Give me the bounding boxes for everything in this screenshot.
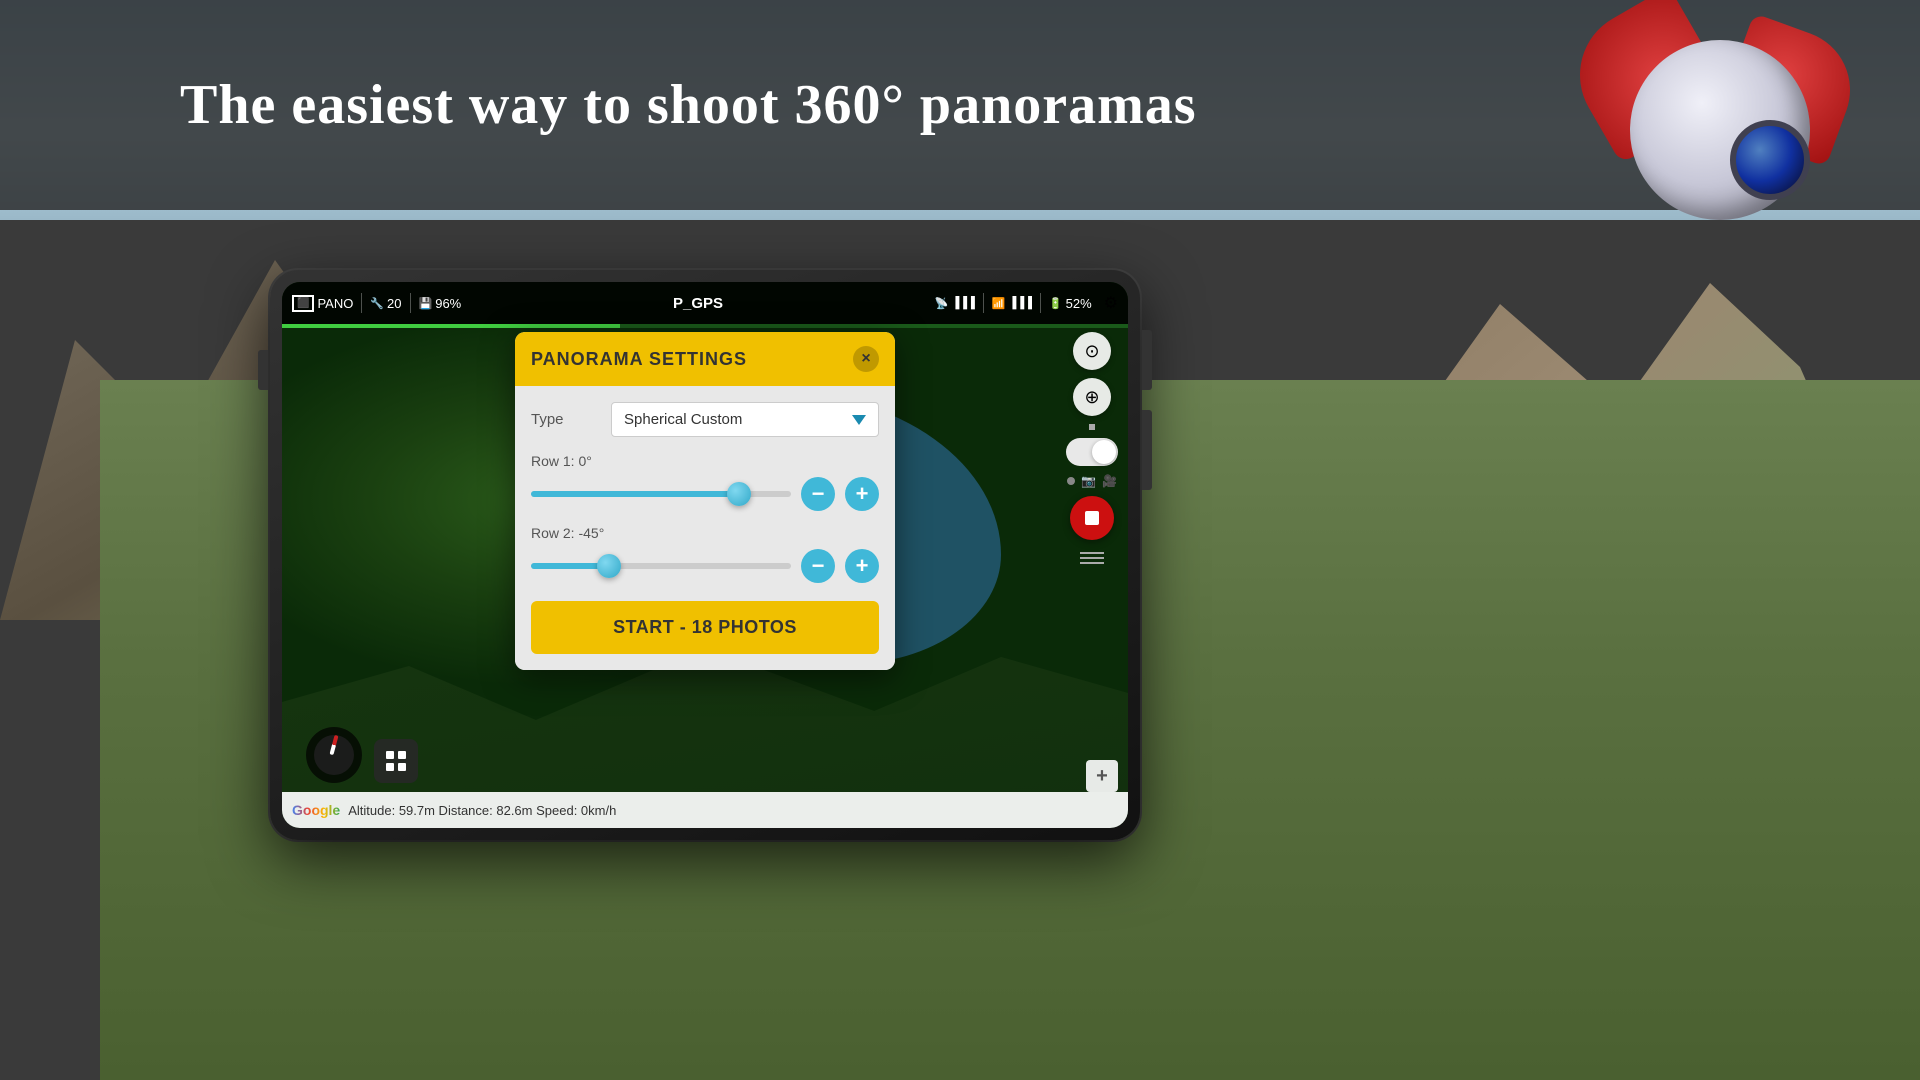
phone-screen-container: ⬛ PANO 🔧 20 💾 96% P_GPS 📡 ▐▐▐ (282, 282, 1128, 828)
row2-label: Row 2: -45° (531, 525, 879, 541)
status-signal2: 📶 ▐▐▐ (992, 297, 1032, 310)
divider1 (361, 293, 362, 313)
row1-slider-thumb[interactable] (727, 482, 751, 506)
nav-button[interactable]: ⊙ (1073, 332, 1111, 370)
row2-slider-thumb[interactable] (597, 554, 621, 578)
type-value: Spherical Custom (624, 411, 742, 428)
toggle-thumb (1092, 440, 1116, 464)
bars1-icon: ▐▐▐ (951, 297, 974, 309)
signal1-icon: 📡 (935, 297, 949, 310)
logo-lens (1730, 120, 1810, 200)
map-settings-button[interactable] (374, 739, 418, 783)
phone-screen: ⬛ PANO 🔧 20 💾 96% P_GPS 📡 ▐▐▐ (282, 282, 1128, 828)
google-logo: Google (292, 802, 340, 818)
camera-small-icon: 📷 (1081, 474, 1096, 488)
battery-icon: 🔋 (1049, 297, 1063, 310)
dropdown-arrow-icon (852, 415, 866, 425)
status-mode-label: PANO (317, 296, 353, 311)
tagline: The easiest way to shoot 360° panoramas (180, 73, 1197, 137)
type-label: Type (531, 411, 611, 428)
row2-minus-button[interactable]: − (801, 549, 835, 583)
compass-inner (314, 735, 354, 775)
divider3 (983, 293, 984, 313)
progress-fill (282, 324, 620, 328)
phone-button-right-bottom (1142, 410, 1152, 490)
divider2 (410, 293, 411, 313)
menu-line2 (1080, 557, 1104, 559)
status-signal1: 📡 ▐▐▐ (935, 297, 975, 310)
modal-close-button[interactable]: × (853, 346, 879, 372)
settings-icon[interactable]: ⚙ (1104, 293, 1118, 313)
phone-button-right-top (1142, 330, 1152, 390)
divider4 (1040, 293, 1041, 313)
modal-header: PANORAMA SETTINGS × (515, 332, 895, 386)
modal-title: PANORAMA SETTINGS (531, 349, 747, 370)
zoom-plus-button[interactable]: + (1086, 760, 1118, 792)
phone-device: ⬛ PANO 🔧 20 💾 96% P_GPS 📡 ▐▐▐ (270, 270, 1140, 840)
row1-label: Row 1: 0° (531, 453, 879, 469)
row2-plus-button[interactable]: + (845, 549, 879, 583)
number-value: 20 (387, 296, 401, 311)
progress-bar (282, 324, 1128, 328)
small-controls-row: 📷 🎥 (1067, 474, 1117, 488)
app-logo (1580, 10, 1860, 290)
battery-value: 52% (1066, 296, 1092, 311)
status-number: 🔧 20 (370, 296, 401, 311)
right-controls: ⊙ ⊕ 📷 🎥 (1066, 332, 1118, 568)
storage-icon: 💾 (419, 297, 433, 310)
row1-minus-button[interactable]: − (801, 477, 835, 511)
bottom-bar: Google Altitude: 59.7m Distance: 82.6m S… (282, 792, 1128, 828)
row1-slider-track[interactable] (531, 491, 791, 497)
panorama-settings-modal: PANORAMA SETTINGS × Type Spherical Custo… (515, 332, 895, 670)
status-mode: ⬛ PANO (292, 295, 353, 312)
logo-orb (1630, 40, 1810, 220)
status-gps: P_GPS (469, 295, 926, 312)
type-row: Type Spherical Custom (531, 402, 879, 437)
number-icon: 🔧 (370, 297, 384, 310)
row1-slider-fill (531, 491, 739, 497)
status-storage: 💾 96% (419, 296, 462, 311)
video-small-icon: 🎥 (1102, 474, 1117, 488)
menu-dots[interactable] (1076, 548, 1108, 568)
status-battery: 🔋 52% (1049, 296, 1092, 311)
row1-plus-button[interactable]: + (845, 477, 879, 511)
dot-indicator2 (1067, 477, 1075, 485)
status-bar: ⬛ PANO 🔧 20 💾 96% P_GPS 📡 ▐▐▐ (282, 282, 1128, 324)
pano-icon: ⬛ (292, 295, 314, 312)
modal-body: Type Spherical Custom Row 1: 0° − (515, 386, 895, 670)
record-button[interactable] (1070, 496, 1114, 540)
altitude-status: Altitude: 59.7m Distance: 82.6m Speed: 0… (348, 803, 616, 818)
phone-button-left (258, 350, 268, 390)
row2-slider-row: − + (531, 549, 879, 583)
signal2-icon: 📶 (992, 297, 1006, 310)
crosshair-button[interactable]: ⊕ (1073, 378, 1111, 416)
type-dropdown[interactable]: Spherical Custom (611, 402, 879, 437)
bars2-icon: ▐▐▐ (1009, 297, 1032, 309)
start-button[interactable]: START - 18 PHOTOS (531, 601, 879, 654)
compass-needle (329, 735, 338, 755)
menu-line3 (1080, 562, 1104, 564)
map-settings-icon (384, 749, 408, 773)
compass[interactable] (306, 727, 362, 783)
toggle-switch[interactable] (1066, 438, 1118, 466)
row2-slider-track[interactable] (531, 563, 791, 569)
menu-line1 (1080, 552, 1104, 554)
dot-indicator1 (1089, 424, 1095, 430)
row1-slider-row: − + (531, 477, 879, 511)
storage-value: 96% (435, 296, 461, 311)
stop-icon (1085, 511, 1099, 525)
